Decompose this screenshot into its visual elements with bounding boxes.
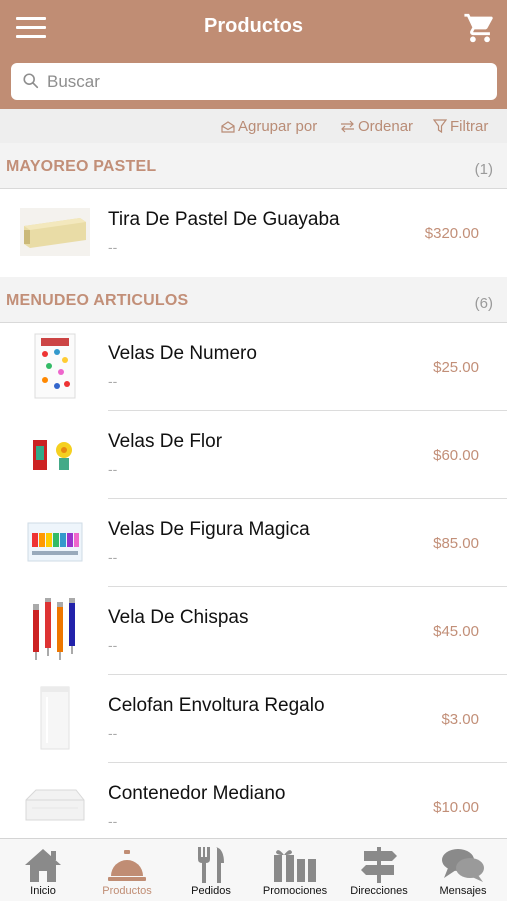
section-title: MENUDEO ARTICULOS xyxy=(6,292,189,309)
product-price: $60.00 xyxy=(433,447,479,464)
product-row[interactable]: Velas De Numero -- $25.00 xyxy=(0,323,507,411)
chat-bubbles-icon xyxy=(442,849,484,882)
tab-label: Inicio xyxy=(30,885,56,897)
section-count: (1) xyxy=(474,161,493,178)
section-header: MENUDEO ARTICULOS (6) xyxy=(0,277,507,323)
product-image xyxy=(20,509,90,575)
page-title: Productos xyxy=(204,15,303,37)
tab-pedidos[interactable]: Pedidos xyxy=(169,839,253,901)
service-bell-icon xyxy=(108,850,146,881)
product-name: Velas De Figura Magica xyxy=(108,519,310,540)
funnel-icon xyxy=(432,119,448,134)
product-price: $25.00 xyxy=(433,359,479,376)
tab-label: Promociones xyxy=(262,885,328,897)
tab-label: Direcciones xyxy=(350,885,408,897)
product-row[interactable]: Tira De Pastel De Guayaba -- $320.00 xyxy=(0,189,507,277)
home-icon xyxy=(25,849,61,882)
section-count: (6) xyxy=(474,295,493,312)
product-name: Vela De Chispas xyxy=(108,607,249,628)
list-toolbar: Agrupar por Ordenar Filtrar xyxy=(0,109,507,143)
product-name: Contenedor Mediano xyxy=(108,783,286,804)
fork-knife-icon xyxy=(198,847,224,883)
tab-direcciones[interactable]: Direcciones xyxy=(337,839,421,901)
tab-label: Pedidos xyxy=(191,885,231,897)
cart-icon[interactable] xyxy=(463,11,497,45)
tab-mensajes[interactable]: Mensajes xyxy=(421,839,505,901)
product-image xyxy=(20,333,90,399)
product-image xyxy=(20,685,90,751)
product-image xyxy=(20,597,90,663)
search-icon xyxy=(23,73,39,89)
product-subtitle: -- xyxy=(108,549,118,565)
product-subtitle: -- xyxy=(108,725,118,741)
tab-productos[interactable]: Productos xyxy=(85,839,169,901)
sort-button[interactable]: Ordenar xyxy=(340,118,413,135)
product-price: $320.00 xyxy=(424,225,479,242)
sort-label: Ordenar xyxy=(358,118,414,135)
tab-label: Productos xyxy=(102,885,152,897)
bottom-tab-bar: Inicio Productos Pedidos Promociones Dir… xyxy=(0,838,507,901)
product-price: $45.00 xyxy=(433,623,479,640)
envelope-open-icon xyxy=(221,121,235,133)
product-row[interactable]: Celofan Envoltura Regalo -- $3.00 xyxy=(0,675,507,763)
section-title: MAYOREO PASTEL xyxy=(6,158,157,175)
product-price: $85.00 xyxy=(433,535,479,552)
product-row[interactable]: Velas De Figura Magica -- $85.00 xyxy=(0,499,507,587)
app-header: Productos xyxy=(0,0,507,109)
product-price: $10.00 xyxy=(433,799,479,816)
swap-arrows-icon xyxy=(341,120,354,133)
filter-label: Filtrar xyxy=(450,118,489,135)
gift-icon xyxy=(274,850,316,882)
product-subtitle: -- xyxy=(108,373,118,389)
product-name: Celofan Envoltura Regalo xyxy=(108,695,325,716)
section-header: MAYOREO PASTEL (1) xyxy=(0,143,507,189)
group-by-label: Agrupar por xyxy=(238,118,318,135)
product-name: Velas De Flor xyxy=(108,431,223,452)
product-row[interactable]: Vela De Chispas -- $45.00 xyxy=(0,587,507,675)
signpost-icon xyxy=(361,847,397,883)
tab-inicio[interactable]: Inicio xyxy=(1,839,85,901)
product-row[interactable]: Velas De Flor -- $60.00 xyxy=(0,411,507,499)
group-by-button[interactable]: Agrupar por xyxy=(221,118,317,135)
product-image xyxy=(20,199,90,265)
tab-promociones[interactable]: Promociones xyxy=(253,839,337,901)
product-image xyxy=(20,773,90,839)
tab-label: Mensajes xyxy=(439,885,487,897)
search-input[interactable] xyxy=(47,63,487,100)
product-subtitle: -- xyxy=(108,637,118,653)
product-name: Velas De Numero xyxy=(108,343,257,364)
product-price: $3.00 xyxy=(441,711,479,728)
product-name: Tira De Pastel De Guayaba xyxy=(108,209,340,230)
search-bar xyxy=(11,63,497,100)
product-subtitle: -- xyxy=(108,461,118,477)
product-image xyxy=(20,421,90,487)
product-subtitle: -- xyxy=(108,239,118,255)
filter-button[interactable]: Filtrar xyxy=(432,118,489,135)
product-subtitle: -- xyxy=(108,813,118,829)
